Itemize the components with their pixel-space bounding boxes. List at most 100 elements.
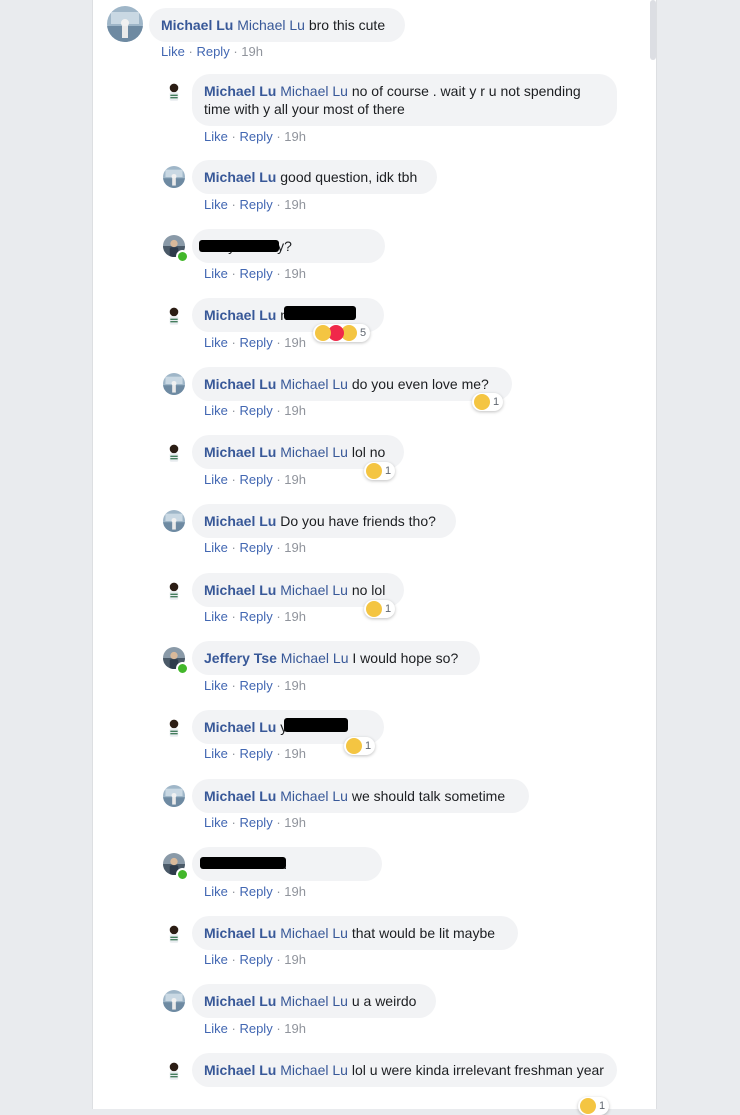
like-button[interactable]: Like — [204, 746, 228, 761]
comment-author[interactable]: Michael Lu — [204, 925, 276, 941]
reply-button[interactable]: Reply — [239, 335, 272, 350]
mention-tag[interactable]: Michael Lu — [280, 1062, 348, 1078]
comment-author[interactable]: Michael Lu — [204, 788, 276, 804]
scrollbar[interactable] — [650, 0, 656, 60]
mention-tag[interactable]: Michael Lu — [280, 582, 348, 598]
comment-author[interactable]: Michael Lu — [204, 582, 276, 598]
comment-timestamp[interactable]: 19h — [284, 815, 306, 830]
like-button[interactable]: Like — [204, 335, 228, 350]
like-button[interactable]: Like — [204, 266, 228, 281]
reaction-count: 1 — [493, 396, 500, 408]
reply-button[interactable]: Reply — [239, 1021, 272, 1036]
avatar[interactable] — [163, 990, 185, 1012]
comment-author[interactable]: Michael Lu — [204, 444, 276, 460]
like-button[interactable]: Like — [204, 540, 228, 555]
reply-button[interactable]: Reply — [239, 815, 272, 830]
comment-author[interactable]: Michael Lu — [204, 376, 276, 392]
reply-button[interactable]: Reply — [239, 266, 272, 281]
comment-author[interactable]: Michael Lu — [204, 83, 276, 99]
comment-text: that would be lit maybe — [351, 925, 496, 941]
avatar[interactable] — [163, 716, 185, 738]
reply-button[interactable]: Reply — [239, 746, 272, 761]
comment-timestamp[interactable]: 19h — [284, 266, 306, 281]
sad-reaction-icon — [366, 601, 382, 617]
mention-tag[interactable]: Michael Lu — [280, 993, 348, 1009]
avatar[interactable] — [163, 510, 185, 532]
comment-author[interactable]: Michael Lu — [204, 719, 276, 735]
mention-tag[interactable]: Michael Lu — [237, 17, 305, 33]
comment-timestamp[interactable]: 19h — [284, 335, 306, 350]
comment-timestamp[interactable]: 19h — [284, 609, 306, 624]
reactions-badge[interactable]: 1 — [578, 1097, 610, 1115]
avatar[interactable] — [107, 6, 143, 42]
comment-timestamp[interactable]: 19h — [284, 746, 306, 761]
like-button[interactable]: Like — [204, 952, 228, 967]
avatar[interactable] — [163, 80, 185, 102]
comment-timestamp[interactable]: 19h — [284, 884, 306, 899]
comment-timestamp[interactable]: 19h — [284, 952, 306, 967]
like-button[interactable]: Like — [204, 1021, 228, 1036]
separator-dot: · — [231, 335, 236, 350]
reply-button[interactable]: Reply — [239, 540, 272, 555]
separator-dot: · — [276, 266, 281, 281]
online-status-icon — [176, 868, 189, 881]
like-button[interactable]: Like — [204, 197, 228, 212]
reactions-badge[interactable]: 1 — [364, 462, 396, 480]
avatar[interactable] — [163, 1059, 185, 1081]
like-button[interactable]: Like — [204, 472, 228, 487]
avatar[interactable] — [163, 579, 185, 601]
like-button[interactable]: Like — [204, 815, 228, 830]
reply-button[interactable]: Reply — [239, 609, 272, 624]
like-button[interactable]: Like — [204, 884, 228, 899]
comment-timestamp[interactable]: 19h — [241, 44, 263, 59]
like-button[interactable]: Like — [204, 609, 228, 624]
reactions-badge[interactable]: 1 — [364, 600, 396, 618]
reactions-badge[interactable]: 1 — [472, 393, 504, 411]
reaction-count: 1 — [599, 1100, 606, 1112]
avatar[interactable] — [163, 304, 185, 326]
comment-author[interactable]: Jeffery Tse — [204, 650, 277, 666]
comment-author[interactable]: Michael Lu — [161, 17, 233, 33]
avatar[interactable] — [163, 922, 185, 944]
reply-button[interactable]: Reply — [239, 884, 272, 899]
avatar[interactable] — [163, 785, 185, 807]
like-button[interactable]: Like — [161, 44, 185, 59]
reply-button[interactable]: Reply — [239, 197, 272, 212]
comment-timestamp[interactable]: 19h — [284, 678, 306, 693]
mention-tag[interactable]: Michael Lu — [280, 444, 348, 460]
mention-tag[interactable]: Michael Lu — [280, 376, 348, 392]
comment-timestamp[interactable]: 19h — [284, 197, 306, 212]
reactions-badge[interactable]: 1 — [344, 737, 376, 755]
separator-dot: · — [276, 678, 281, 693]
like-button[interactable]: Like — [204, 403, 228, 418]
mention-tag[interactable]: Michael Lu — [281, 650, 349, 666]
comment-timestamp[interactable]: 19h — [284, 403, 306, 418]
comment-actions: Like · Reply · 19h — [204, 609, 306, 625]
reply-button[interactable]: Reply — [196, 44, 229, 59]
comment-author[interactable]: Michael Lu — [204, 307, 276, 323]
comment-author[interactable]: Michael Lu — [204, 169, 276, 185]
reply-button[interactable]: Reply — [239, 678, 272, 693]
reply-button[interactable]: Reply — [239, 129, 272, 144]
comment-actions: Like · Reply · 19h — [204, 266, 306, 282]
avatar[interactable] — [163, 166, 185, 188]
comment-text: bro this cute — [308, 17, 386, 33]
mention-tag[interactable]: Michael Lu — [280, 788, 348, 804]
like-button[interactable]: Like — [204, 678, 228, 693]
mention-tag[interactable]: Michael Lu — [280, 925, 348, 941]
mention-tag[interactable]: Michael Lu — [280, 83, 348, 99]
reply-button[interactable]: Reply — [239, 472, 272, 487]
comment-author[interactable]: Michael Lu — [204, 513, 276, 529]
reply-button[interactable]: Reply — [239, 403, 272, 418]
comment-timestamp[interactable]: 19h — [284, 1021, 306, 1036]
avatar[interactable] — [163, 441, 185, 463]
reactions-badge[interactable]: 5 — [313, 324, 371, 342]
comment-timestamp[interactable]: 19h — [284, 540, 306, 555]
like-button[interactable]: Like — [204, 129, 228, 144]
reply-button[interactable]: Reply — [239, 952, 272, 967]
comment-timestamp[interactable]: 19h — [284, 472, 306, 487]
comment-timestamp[interactable]: 19h — [284, 129, 306, 144]
comment-author[interactable]: Michael Lu — [204, 993, 276, 1009]
comment-author[interactable]: Michael Lu — [204, 1062, 276, 1078]
avatar[interactable] — [163, 373, 185, 395]
